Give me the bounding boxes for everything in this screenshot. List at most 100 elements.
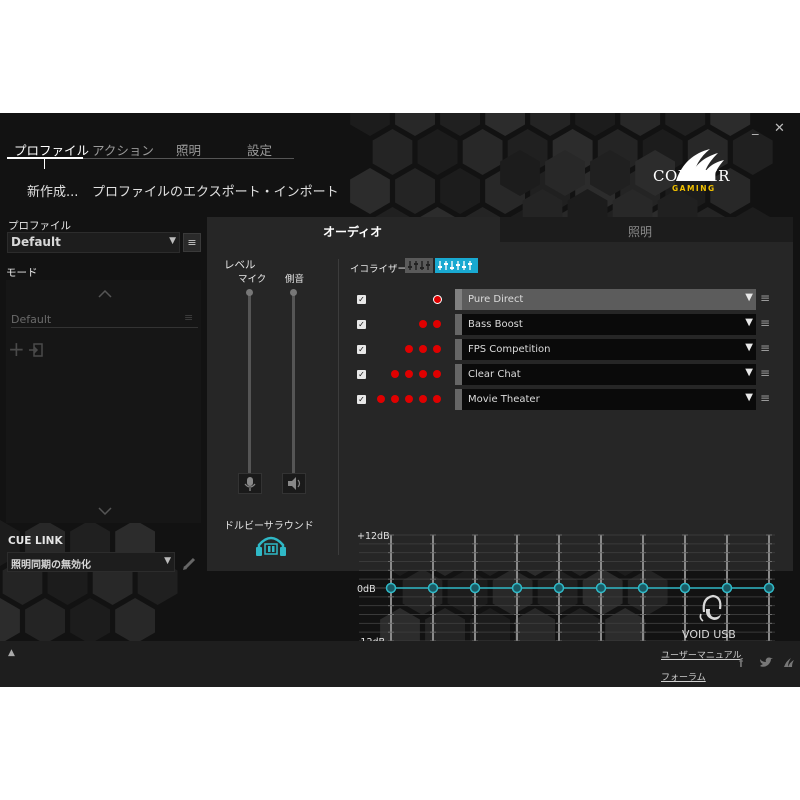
sidetone-slider-track[interactable] — [292, 292, 295, 482]
preset-intensity-dot — [419, 395, 427, 403]
eq-advanced-icon — [438, 261, 472, 270]
eq-band-handle[interactable] — [595, 582, 607, 594]
eq-simple-view-button[interactable] — [405, 258, 433, 273]
preset-select[interactable]: Clear Chat ▼ — [455, 364, 756, 385]
profile-select[interactable]: Default ▼ — [7, 232, 180, 253]
preset-checkbox[interactable]: ✓ — [357, 345, 366, 354]
preset-name: FPS Competition — [468, 344, 551, 355]
eq-band-handle[interactable] — [511, 582, 523, 594]
eq-label: イコライザー — [350, 264, 408, 275]
scroll-down-icon[interactable] — [98, 507, 112, 515]
collapse-button[interactable]: ▲ — [8, 648, 15, 658]
headphone-surround-icon[interactable] — [254, 533, 288, 557]
hex-tile — [350, 113, 390, 136]
hex-tile — [530, 113, 571, 136]
preset-checkbox[interactable]: ✓ — [357, 370, 366, 379]
chevron-down-icon: ▼ — [745, 292, 753, 303]
user-manual-link[interactable]: ユーザーマニュアル — [661, 648, 742, 661]
preset-menu-icon[interactable]: ≡ — [760, 341, 770, 355]
cue-link-label: CUE LINK — [8, 535, 63, 547]
tab-active-tick — [44, 159, 45, 169]
dolby-label: ドルビーサラウンド — [224, 521, 314, 532]
panel-divider — [338, 259, 339, 555]
eq-band-handle[interactable] — [553, 582, 565, 594]
preset-menu-icon[interactable]: ≡ — [760, 291, 770, 305]
edit-icon[interactable] — [182, 555, 198, 571]
tab-panel-lighting[interactable]: 照明 — [500, 217, 793, 242]
preset-intensity-dot — [433, 320, 441, 328]
mic-slider-track[interactable] — [248, 292, 251, 482]
chevron-down-icon: ▼ — [745, 342, 753, 353]
eq-band-handle[interactable] — [763, 582, 775, 594]
forum-link[interactable]: フォーラム — [661, 670, 706, 683]
preset-checkbox[interactable]: ✓ — [357, 395, 366, 404]
device-name: VOID USB — [682, 628, 736, 641]
preset-intensity-dot — [405, 345, 413, 353]
export-import-link[interactable]: プロファイルのエクスポート・インポート — [92, 181, 339, 200]
brand-sub: GAMING — [672, 184, 716, 193]
preset-select[interactable]: FPS Competition ▼ — [455, 339, 756, 360]
speaker-icon — [288, 477, 301, 490]
hex-tile — [485, 113, 525, 136]
tab-lighting-label: 照明 — [628, 225, 653, 239]
preset-checkbox[interactable]: ✓ — [357, 320, 366, 329]
eq-band-handle[interactable] — [637, 582, 649, 594]
app-window: _ ✕ プロファイル アクション 照明 設定 新作成... プロファイルのエクス… — [0, 113, 800, 687]
facebook-icon[interactable]: f — [739, 656, 743, 670]
cue-link-select[interactable]: 照明同期の無効化 ▼ — [7, 552, 175, 572]
tab-active-indicator — [7, 157, 83, 159]
preset-intensity-dot — [377, 395, 385, 403]
new-profile-link[interactable]: 新作成... — [27, 181, 78, 200]
scroll-up-icon[interactable] — [98, 290, 112, 298]
brand-name: CORSAIR — [653, 167, 730, 185]
profile-menu-button[interactable]: ≡ — [183, 233, 201, 252]
eq-band-handle[interactable] — [469, 582, 481, 594]
sidetone-slider-handle[interactable] — [290, 289, 297, 296]
eq-band-handle[interactable] — [427, 582, 439, 594]
hex-tile — [440, 113, 480, 136]
preset-select[interactable]: Bass Boost ▼ — [455, 314, 756, 335]
close-button[interactable]: ✕ — [774, 121, 785, 136]
preset-select[interactable]: Movie Theater ▼ — [455, 389, 756, 410]
tab-actions[interactable]: アクション — [92, 140, 154, 159]
add-mode-icon[interactable]: + — [8, 339, 25, 359]
preset-menu-icon[interactable]: ≡ — [760, 366, 770, 380]
eq-band-handle[interactable] — [679, 582, 691, 594]
mic-mute-button[interactable] — [238, 473, 262, 494]
preset-select[interactable]: Pure Direct ▼ — [455, 289, 756, 310]
mode-item-menu-icon[interactable]: ≡ — [184, 311, 193, 324]
corsair-sails-icon[interactable] — [782, 655, 796, 669]
tab-lighting[interactable]: 照明 — [176, 140, 201, 159]
sidetone-mute-button[interactable] — [282, 473, 306, 494]
chevron-down-icon: ▼ — [745, 367, 753, 378]
chevron-down-icon: ▼ — [164, 556, 171, 566]
hex-tile — [350, 168, 390, 214]
twitter-icon[interactable] — [759, 657, 773, 669]
hex-tile — [395, 168, 435, 214]
profile-select-value: Default — [11, 235, 61, 249]
preset-menu-icon[interactable]: ≡ — [760, 316, 770, 330]
minimize-button[interactable]: _ — [752, 121, 759, 136]
preset-intensity-dot — [433, 295, 442, 304]
preset-intensity-dot — [419, 320, 427, 328]
hex-tile — [70, 598, 110, 644]
mode-label: モード — [6, 267, 38, 279]
tab-audio[interactable]: オーディオ — [207, 217, 500, 242]
hex-tile — [0, 598, 20, 644]
mic-slider-handle[interactable] — [246, 289, 253, 296]
import-mode-icon[interactable] — [29, 343, 43, 357]
mode-item[interactable]: Default — [11, 313, 51, 326]
preset-menu-icon[interactable]: ≡ — [760, 391, 770, 405]
preset-intensity-dot — [405, 370, 413, 378]
preset-name: Movie Theater — [468, 394, 540, 405]
eq-advanced-view-button[interactable] — [435, 258, 478, 273]
hex-tile — [417, 129, 458, 175]
chevron-down-icon: ▼ — [745, 392, 753, 403]
mode-divider — [11, 327, 198, 328]
headset-icon[interactable] — [696, 592, 726, 624]
preset-checkbox[interactable]: ✓ — [357, 295, 366, 304]
preset-intensity-dot — [391, 395, 399, 403]
eq-band-handle[interactable] — [385, 582, 397, 594]
preset-intensity-dot — [419, 370, 427, 378]
tab-settings[interactable]: 設定 — [247, 140, 272, 159]
